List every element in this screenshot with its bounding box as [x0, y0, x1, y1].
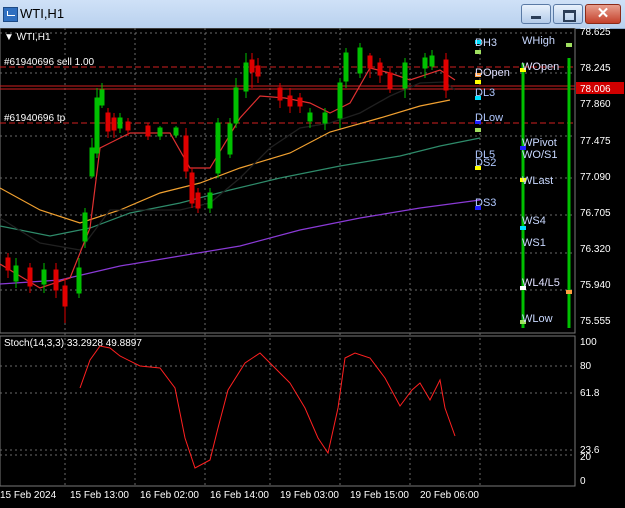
stoch-label: Stoch(14,3,3) 33.2928 49.8897: [4, 338, 142, 349]
time-tick: 15 Feb 13:00: [70, 490, 129, 501]
stoch-tick: 61.8: [580, 388, 600, 399]
pivot-label: WOpen: [522, 61, 559, 73]
pivot-label: WLow: [522, 313, 553, 325]
window-titlebar: WTI,H1 ✕: [0, 0, 625, 29]
pivot-label: DOpen: [475, 67, 510, 79]
time-tick: 16 Feb 02:00: [140, 490, 199, 501]
stoch-axis: 100 80 61.8 23.6 20 0: [580, 337, 600, 487]
pivot-label: WO/S1: [522, 149, 557, 161]
price-tick: 76.320: [580, 244, 611, 255]
time-axis: 15 Feb 2024 15 Feb 13:00 16 Feb 02:00 16…: [0, 490, 479, 501]
stoch-tick: 20: [580, 452, 592, 463]
price-tick: 77.090: [580, 172, 611, 183]
chart-window-icon: [3, 7, 18, 22]
stoch-tick: 100: [580, 337, 597, 348]
time-tick: 19 Feb 03:00: [280, 490, 339, 501]
price-tick: 75.555: [580, 316, 611, 327]
pivot-label: WS1: [522, 237, 546, 249]
close-button[interactable]: ✕: [585, 4, 621, 24]
pivot-label: WS4: [522, 215, 546, 227]
maximize-button[interactable]: [553, 4, 583, 24]
chart-area[interactable]: DH3 DOpen DL3 DLow DL5 DS2 DS3 WHigh WOp…: [0, 28, 625, 508]
minimize-button[interactable]: [521, 4, 551, 24]
window-title: WTI,H1: [20, 6, 65, 21]
price-tick: 78.245: [580, 63, 611, 74]
pivot-label: WLast: [522, 175, 553, 187]
pivot-label: DS2: [475, 157, 496, 169]
pivot-label: WHigh: [522, 35, 555, 47]
indicator-frame: [0, 335, 576, 487]
pivot-label: DH3: [475, 37, 497, 49]
pivot-label: DL3: [475, 87, 495, 99]
tp-order-label: #61940696 tp: [4, 113, 66, 124]
price-tick: 77.860: [580, 99, 611, 110]
pivot-label: DS3: [475, 197, 496, 209]
pivot-label: WL4/L5: [522, 277, 560, 289]
price-tick: 78.625: [580, 28, 611, 38]
time-tick: 15 Feb 2024: [0, 490, 57, 501]
price-tick: 76.705: [580, 208, 611, 219]
sell-order-label: #61940696 sell 1.00: [4, 57, 95, 68]
current-price-label: 78.006: [580, 84, 611, 95]
price-tick: 77.475: [580, 136, 611, 147]
time-tick: 16 Feb 14:00: [210, 490, 269, 501]
pivot-label: WPivot: [522, 137, 557, 149]
time-tick: 19 Feb 15:00: [350, 490, 409, 501]
symbol-label[interactable]: ▼ WTI,H1: [4, 32, 51, 43]
stoch-tick: 80: [580, 361, 592, 372]
stoch-tick: 0: [580, 476, 586, 487]
close-icon: ✕: [596, 5, 610, 22]
time-tick: 20 Feb 06:00: [420, 490, 479, 501]
price-axis: 78.625 78.245 77.860 77.475 77.090 76.70…: [580, 28, 611, 327]
price-tick: 75.940: [580, 280, 611, 291]
pivot-label: DLow: [475, 112, 503, 124]
